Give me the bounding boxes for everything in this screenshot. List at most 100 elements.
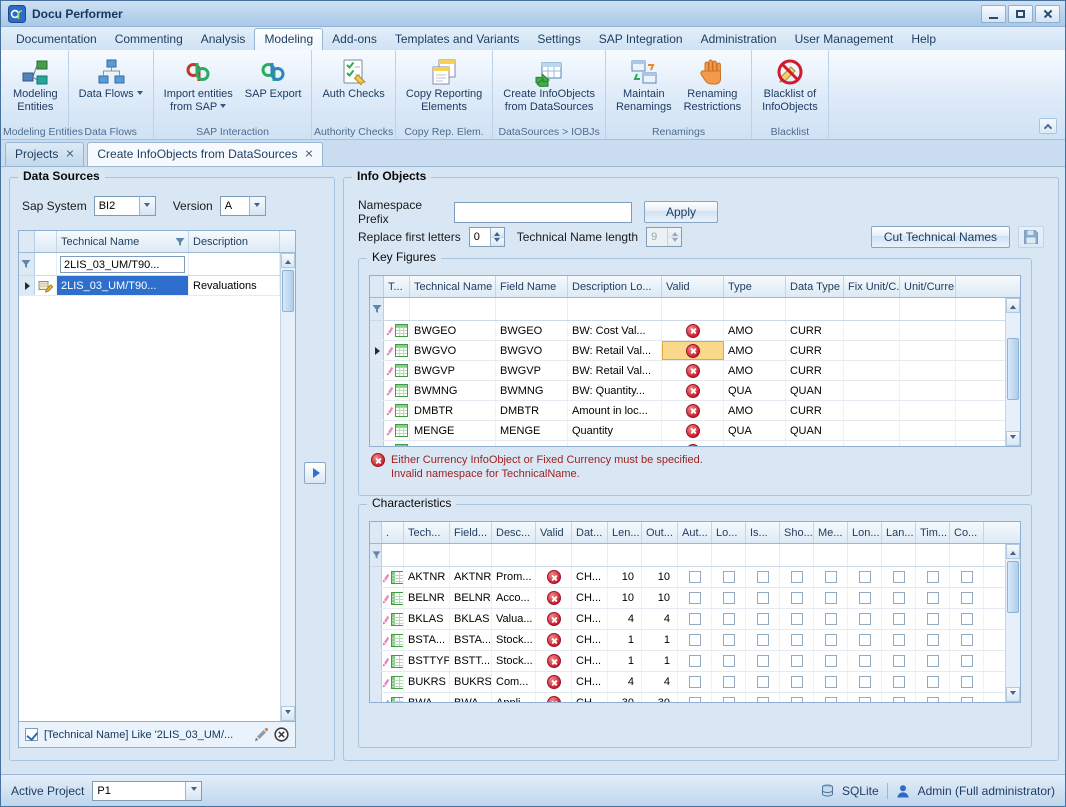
flag-cell[interactable]	[882, 588, 916, 608]
technical-name-filter-input[interactable]: 2LIS_03_UM/T90...	[60, 256, 185, 273]
filter-cell[interactable]	[814, 544, 848, 566]
characteristic-row[interactable]: BKLAS BKLAS Valua... CH... 4 4	[370, 609, 1020, 630]
description-cell[interactable]: Acco...	[492, 588, 536, 608]
technical-name-cell[interactable]: BWA...	[404, 693, 450, 703]
output-length-cell[interactable]: 30	[642, 693, 678, 703]
flag-cell[interactable]	[712, 630, 746, 650]
flag-cell[interactable]	[746, 588, 780, 608]
scroll-thumb[interactable]	[1007, 561, 1019, 613]
flag-cell[interactable]	[678, 567, 712, 587]
flag-cell[interactable]	[950, 693, 984, 703]
scroll-up-button[interactable]	[281, 253, 295, 268]
valid-cell[interactable]	[662, 381, 724, 400]
key-figure-row[interactable]: DMBTR DMBTR Amount in loc... AMO CURR	[370, 401, 1020, 421]
tab-documentation[interactable]: Documentation	[7, 29, 106, 50]
characteristic-row[interactable]: AKTNR AKTNR Prom... CH... 10 10	[370, 567, 1020, 588]
maintain-renamings-button[interactable]: Maintain Renamings	[610, 53, 678, 116]
tab-commenting[interactable]: Commenting	[106, 29, 192, 50]
flag-cell[interactable]	[848, 567, 882, 587]
flag-cell[interactable]	[882, 693, 916, 703]
technical-name-cell[interactable]: BUKRS	[404, 672, 450, 692]
flag-cell[interactable]	[848, 609, 882, 629]
filter-cell[interactable]	[382, 544, 404, 566]
filter-cell[interactable]	[746, 544, 780, 566]
flag-cell[interactable]	[882, 651, 916, 671]
filter-cell[interactable]	[450, 544, 492, 566]
flag-cell[interactable]	[848, 651, 882, 671]
description-cell[interactable]: Amount in loc...	[568, 401, 662, 420]
filter-cell[interactable]	[608, 544, 642, 566]
data-type-cell[interactable]: CH...	[572, 588, 608, 608]
data-type-cell[interactable]: CURR	[786, 341, 844, 360]
output-length-cell[interactable]: 4	[642, 609, 678, 629]
technical-name-cell[interactable]: BWGVP	[410, 361, 496, 380]
fix-unit-cell[interactable]	[844, 361, 900, 380]
unit-currency-cell[interactable]	[900, 441, 956, 447]
description-cell[interactable]: Stock...	[492, 630, 536, 650]
technical-name-cell[interactable]: BWGVO	[410, 341, 496, 360]
flag-cell[interactable]	[848, 630, 882, 650]
key-figure-row-partial[interactable]	[370, 441, 1020, 447]
scroll-down-button[interactable]	[281, 706, 295, 721]
valid-cell-focused[interactable]	[662, 341, 724, 360]
length-cell[interactable]: 10	[608, 588, 642, 608]
flag-cell[interactable]	[712, 567, 746, 587]
field-cell[interactable]: BSTA...	[450, 630, 492, 650]
column-valid[interactable]: Valid	[662, 276, 724, 297]
unit-currency-cell[interactable]	[900, 361, 956, 380]
filter-active-checkbox[interactable]	[25, 728, 38, 741]
flag-cell[interactable]	[780, 609, 814, 629]
column-authorization[interactable]: Aut...	[678, 522, 712, 543]
fix-unit-cell[interactable]	[844, 321, 900, 340]
flag-cell[interactable]	[678, 693, 712, 703]
scroll-thumb[interactable]	[1007, 338, 1019, 400]
field-cell[interactable]: BKLAS	[450, 609, 492, 629]
description-cell[interactable]: Prom...	[492, 567, 536, 587]
data-type-cell[interactable]: CH...	[572, 672, 608, 692]
key-figure-row[interactable]: BWGVP BWGVP BW: Retail Val... AMO CURR	[370, 361, 1020, 381]
field-cell[interactable]: BWA...	[450, 693, 492, 703]
flag-cell[interactable]	[746, 672, 780, 692]
technical-name-cell[interactable]: BSTTYP	[404, 651, 450, 671]
length-cell[interactable]: 1	[608, 651, 642, 671]
scroll-up-button[interactable]	[1006, 544, 1020, 559]
vertical-scrollbar[interactable]	[280, 253, 295, 721]
filter-icon[interactable]	[175, 237, 185, 247]
description-cell[interactable]: BW: Quantity...	[568, 381, 662, 400]
data-type-cell[interactable]: CH...	[572, 693, 608, 703]
flag-cell[interactable]	[882, 672, 916, 692]
data-type-cell[interactable]: CH...	[572, 630, 608, 650]
description-cell[interactable]: BW: Cost Val...	[568, 321, 662, 340]
column-description[interactable]: Desc...	[492, 522, 536, 543]
type-cell[interactable]: QUA	[724, 381, 786, 400]
type-cell[interactable]: AMO	[724, 361, 786, 380]
clear-filter-icon[interactable]	[274, 727, 289, 742]
column-field-name[interactable]: Field Name	[496, 276, 568, 297]
tab-add-ons[interactable]: Add-ons	[323, 29, 386, 50]
collapse-ribbon-button[interactable]	[1039, 118, 1057, 134]
description-cell[interactable]: Com...	[492, 672, 536, 692]
field-cell[interactable]: BELNR	[450, 588, 492, 608]
fix-unit-cell[interactable]	[844, 381, 900, 400]
valid-cell[interactable]	[662, 441, 724, 447]
output-length-cell[interactable]: 10	[642, 567, 678, 587]
flag-cell[interactable]	[916, 672, 950, 692]
flag-cell[interactable]	[950, 630, 984, 650]
field-name-cell[interactable]: DMBTR	[496, 401, 568, 420]
valid-cell[interactable]	[536, 567, 572, 587]
description-cell[interactable]: Quantity	[568, 421, 662, 440]
flag-cell[interactable]	[882, 567, 916, 587]
column-technical-name[interactable]: Technical Name	[57, 231, 189, 252]
copy-reporting-elements-button[interactable]: Copy Reporting Elements	[400, 53, 488, 116]
flag-cell[interactable]	[678, 630, 712, 650]
tab-sap-integration[interactable]: SAP Integration	[590, 29, 692, 50]
column-icon[interactable]: .	[382, 522, 404, 543]
scroll-down-button[interactable]	[1006, 687, 1020, 702]
filter-cell[interactable]	[410, 298, 496, 320]
filter-cell[interactable]	[572, 544, 608, 566]
type-cell[interactable]: AMO	[724, 321, 786, 340]
key-figure-row[interactable]: BWGEO BWGEO BW: Cost Val... AMO CURR	[370, 321, 1020, 341]
characteristic-row[interactable]: BSTA... BSTA... Stock... CH... 1 1	[370, 630, 1020, 651]
tab-create-infoobjects[interactable]: Create InfoObjects from DataSources	[87, 142, 323, 166]
flag-cell[interactable]	[814, 693, 848, 703]
